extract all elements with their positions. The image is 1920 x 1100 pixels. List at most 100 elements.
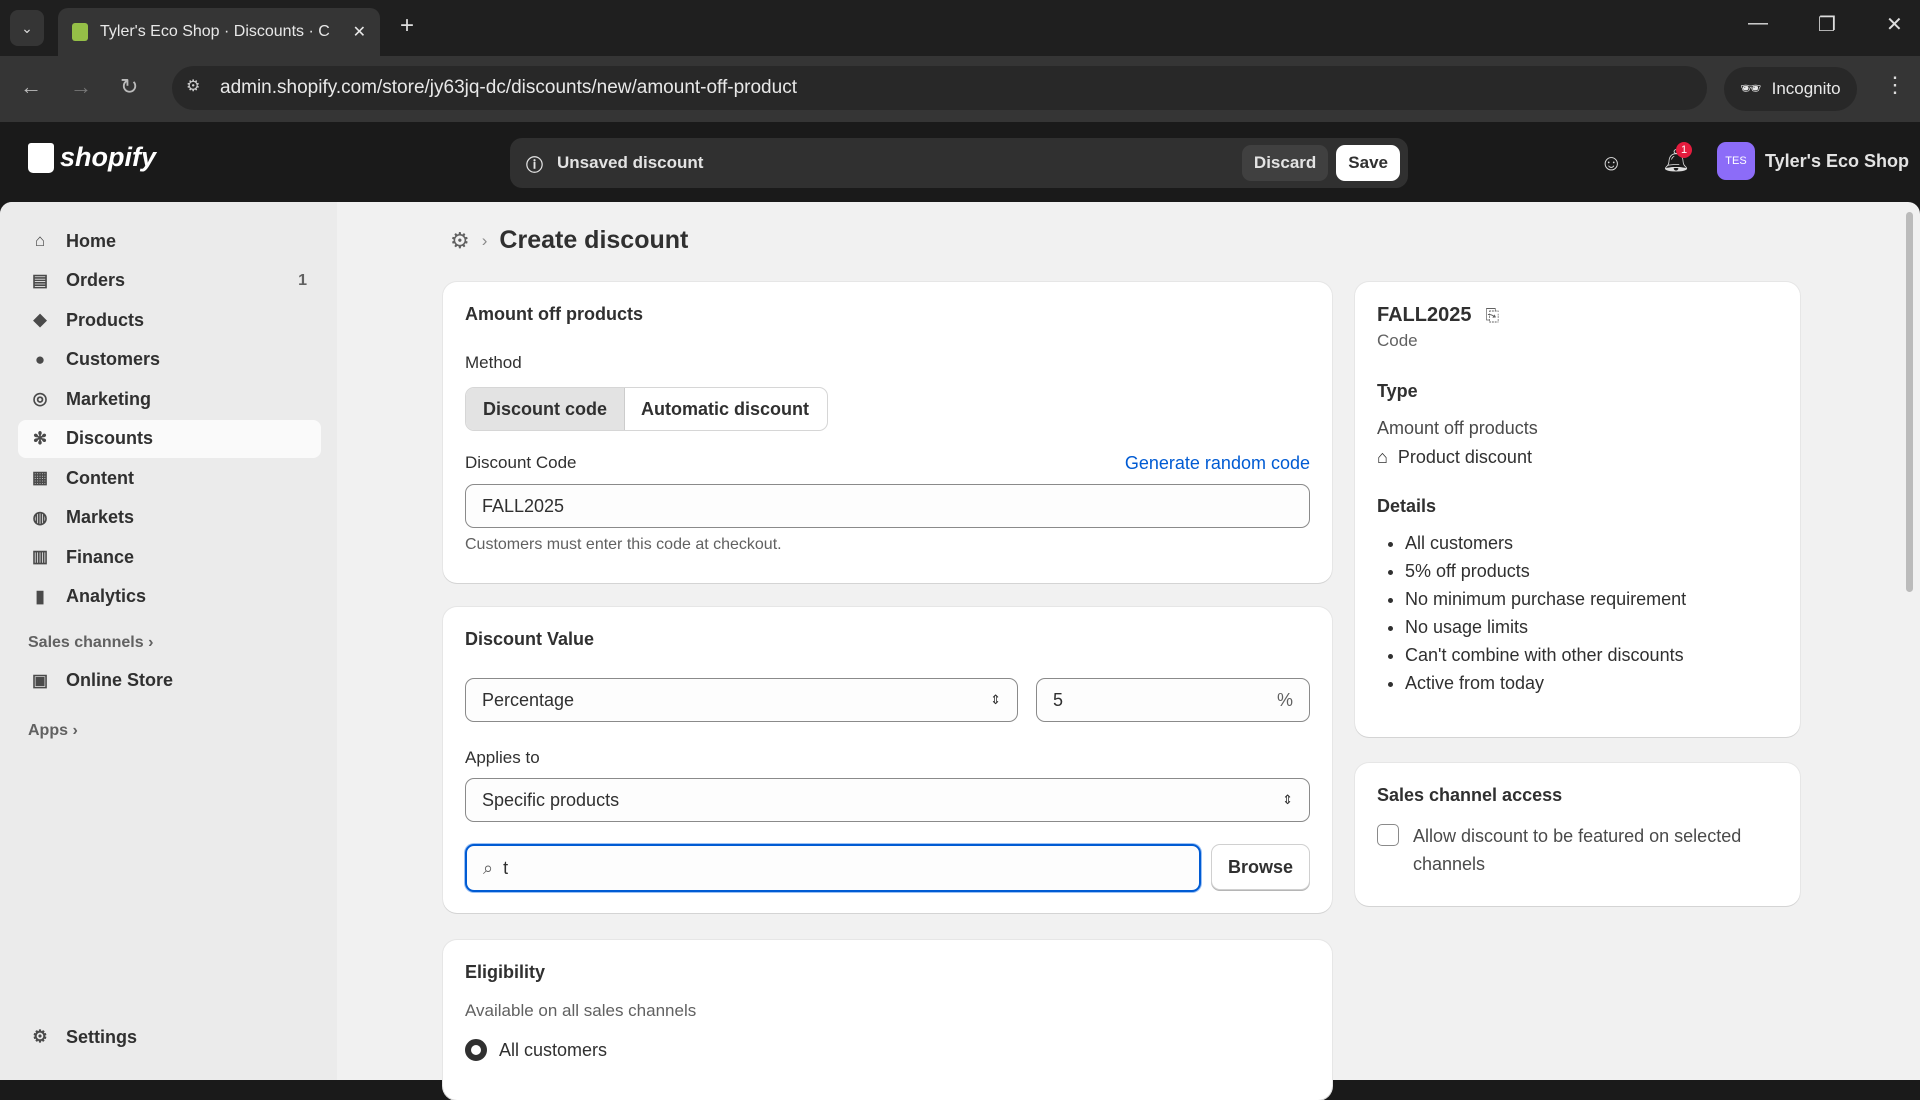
sidebar-item-online-store[interactable]: ▣ Online Store xyxy=(18,662,321,700)
applies-to-label: Applies to xyxy=(465,748,540,767)
sidebar-item-products[interactable]: ◆ Products xyxy=(18,301,321,339)
sidebar-item-label: Orders xyxy=(66,270,126,290)
percent-suffix: % xyxy=(1276,689,1293,710)
sidebar-item-label: Content xyxy=(66,467,134,488)
chevron-right-icon: › xyxy=(481,230,488,250)
summary-card: FALL2025 ⎘ Code Type Amount off products … xyxy=(1355,282,1800,737)
discount-value-input[interactable]: 5% xyxy=(1036,678,1310,722)
url-field[interactable]: ⚙ admin.shopify.com/store/jy63jq-dc/disc… xyxy=(172,66,1707,110)
sidebar-item-settings[interactable]: ⚙ Settings xyxy=(18,1018,318,1056)
details-list: All customers5% off productsNo minimum p… xyxy=(1377,529,1778,697)
radio-selected-icon xyxy=(465,1039,487,1061)
sidebar-item-home[interactable]: ⌂ Home xyxy=(18,222,321,260)
sidebar-item-customers[interactable]: ● Customers xyxy=(18,341,321,379)
product-search-input[interactable]: ⌕ t xyxy=(465,844,1201,892)
sidebar-item-analytics[interactable]: ▮ Analytics xyxy=(18,578,321,616)
shopify-bag-icon xyxy=(28,142,54,173)
discount-code-help: Customers must enter this code at checko… xyxy=(465,536,782,553)
close-tab-icon[interactable]: ✕ xyxy=(353,22,366,42)
method-discount-code-button[interactable]: Discount code xyxy=(466,388,626,430)
detail-item: 5% off products xyxy=(1405,557,1778,585)
sidekick-icon[interactable]: ☺ xyxy=(1600,150,1622,176)
new-tab-button[interactable]: + xyxy=(400,12,414,40)
tab-list-button[interactable]: ⌄ xyxy=(10,10,44,46)
incognito-label: Incognito xyxy=(1771,79,1841,98)
copy-icon[interactable]: ⎘ xyxy=(1485,306,1499,326)
restore-button[interactable]: ❐ xyxy=(1818,12,1836,37)
person-icon: ● xyxy=(34,349,46,369)
sales-channels-heading[interactable]: Sales channels › xyxy=(28,634,337,652)
close-window-button[interactable]: ✕ xyxy=(1886,12,1903,37)
content-icon: ▦ xyxy=(31,468,49,487)
select-arrows-icon: ⇕ xyxy=(990,692,1001,707)
card-title: Amount off products xyxy=(465,304,643,324)
incognito-indicator[interactable]: 🕶 Incognito xyxy=(1724,67,1857,111)
sidebar-item-label: Marketing xyxy=(66,388,152,409)
sidebar-item-label: Settings xyxy=(66,1026,138,1047)
method-automatic-discount-button[interactable]: Automatic discount xyxy=(625,388,825,430)
minimize-button[interactable]: — xyxy=(1748,12,1768,37)
notification-badge: 1 xyxy=(1676,142,1692,158)
discounts-breadcrumb-icon[interactable]: ⚙ xyxy=(450,228,470,254)
type-value: Amount off products xyxy=(1377,418,1538,438)
notifications-bell-icon[interactable]: 🔔︎ 1 xyxy=(1662,142,1692,174)
detail-item: Can't combine with other discounts xyxy=(1405,641,1778,669)
sidebar-item-finance[interactable]: ▥ Finance xyxy=(18,538,321,576)
store-avatar: TES xyxy=(1717,142,1755,180)
back-icon[interactable]: ← xyxy=(20,74,42,100)
sidebar-item-content[interactable]: ▦ Content xyxy=(18,459,321,497)
method-card: Amount off products Method Discount code… xyxy=(443,282,1332,583)
gear-icon: ⚙ xyxy=(32,1027,48,1046)
sales-channel-card: Sales channel access Allow discount to b… xyxy=(1355,763,1800,906)
sales-channels-label: Sales channels xyxy=(28,633,144,651)
incognito-icon: 🕶 xyxy=(1740,79,1762,98)
search-value: t xyxy=(503,857,509,878)
store-menu[interactable]: TES Tyler's Eco Shop xyxy=(1717,142,1909,180)
type-heading: Type xyxy=(1377,381,1418,401)
sidebar-item-label: Analytics xyxy=(66,586,147,606)
alert-icon: ⓘ xyxy=(526,155,543,175)
generate-random-code-link[interactable]: Generate random code xyxy=(1125,453,1310,474)
discount-value-card: Discount Value Percentage ⇕ 5% Applies to… xyxy=(443,607,1332,913)
chart-icon: ▮ xyxy=(35,586,45,606)
sidebar-item-orders[interactable]: ▤ Orders 1 xyxy=(18,262,321,300)
sidebar: ⌂ Home ▤ Orders 1 ◆ Products ● Customers ◎ Marketi… xyxy=(0,202,337,1080)
reload-icon[interactable]: ↻ xyxy=(120,74,138,100)
detail-item: Active from today xyxy=(1405,669,1778,697)
discard-button[interactable]: Discard xyxy=(1241,145,1329,181)
apps-label: Apps xyxy=(28,721,68,739)
sidebar-item-marketing[interactable]: ◎ Marketing xyxy=(18,380,321,418)
page-title: Create discount xyxy=(499,226,689,254)
discount-type-select[interactable]: Percentage ⇕ xyxy=(465,678,1018,722)
featured-channels-checkbox[interactable] xyxy=(1377,824,1399,846)
sidebar-badge: 1 xyxy=(298,271,307,289)
select-value: Percentage xyxy=(482,689,575,710)
all-customers-radio[interactable]: All customers xyxy=(465,1039,1310,1061)
save-button[interactable]: Save xyxy=(1336,145,1400,181)
sidebar-item-discounts[interactable]: ✻ Discounts xyxy=(18,419,321,458)
detail-item: All customers xyxy=(1405,529,1778,557)
checkbox-label: Allow discount to be featured on selecte… xyxy=(1413,826,1742,874)
bank-icon: ▥ xyxy=(31,547,49,566)
method-label: Method xyxy=(465,353,522,372)
browse-button[interactable]: Browse xyxy=(1210,844,1310,890)
sidebar-item-markets[interactable]: ◍ Markets xyxy=(18,499,321,537)
page-scrollbar[interactable] xyxy=(1906,212,1913,592)
applies-to-select[interactable]: Specific products ⇕ xyxy=(465,778,1310,822)
forward-icon[interactable]: → xyxy=(70,74,92,100)
apps-heading[interactable]: Apps › xyxy=(28,722,337,740)
site-info-icon[interactable]: ⚙ xyxy=(186,76,200,96)
sidebar-item-label: Online Store xyxy=(66,670,174,690)
shopify-logo[interactable]: shopify xyxy=(28,142,156,173)
discount-code-label: Discount Code xyxy=(465,453,577,472)
orders-icon: ▤ xyxy=(31,270,49,290)
globe-icon: ◍ xyxy=(32,507,48,527)
browser-tab[interactable]: Tyler's Eco Shop · Discounts · C ✕ xyxy=(58,8,380,56)
discount-code-input[interactable]: FALL2025 xyxy=(465,484,1310,528)
tag-icon: ⌂ xyxy=(1377,447,1388,467)
summary-code-label: Code xyxy=(1377,331,1418,350)
store-name: Tyler's Eco Shop xyxy=(1765,150,1909,171)
browser-menu-icon[interactable]: ⋮ xyxy=(1884,72,1906,98)
tag-icon: ◆ xyxy=(33,310,47,329)
sidebar-item-label: Products xyxy=(66,309,145,330)
